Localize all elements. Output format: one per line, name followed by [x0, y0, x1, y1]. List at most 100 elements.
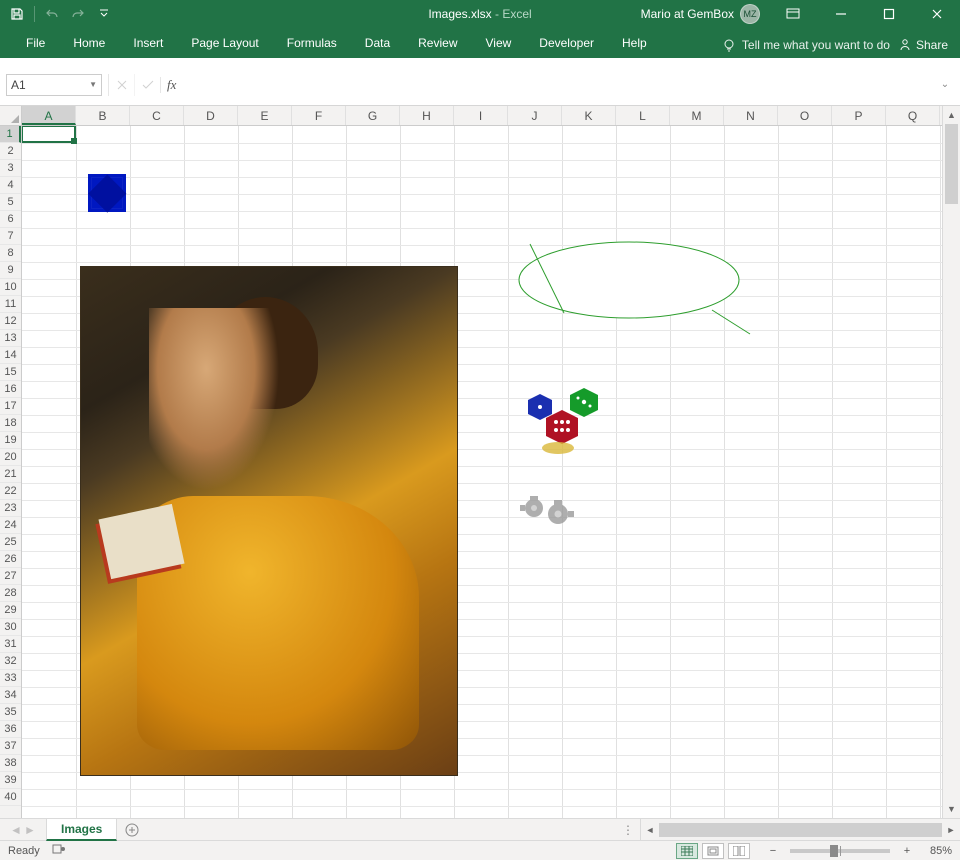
horizontal-scrollbar[interactable]: ◄ ► — [640, 819, 960, 840]
select-all-corner[interactable] — [0, 106, 22, 126]
redo-button[interactable] — [67, 3, 89, 25]
scroll-right-button[interactable]: ► — [942, 825, 960, 835]
scroll-up-button[interactable]: ▲ — [943, 106, 960, 124]
row-header-11[interactable]: 11 — [0, 296, 21, 313]
account-area[interactable]: Mario at GemBox MZ — [633, 4, 768, 24]
formula-enter-button[interactable] — [134, 74, 160, 96]
row-header-28[interactable]: 28 — [0, 585, 21, 602]
row-header-14[interactable]: 14 — [0, 347, 21, 364]
column-header-A[interactable]: A — [22, 106, 76, 125]
row-header-1[interactable]: 1 — [0, 126, 21, 143]
insert-function-button[interactable]: fx — [160, 77, 182, 93]
row-header-27[interactable]: 27 — [0, 568, 21, 585]
row-header-37[interactable]: 37 — [0, 738, 21, 755]
gears-image[interactable] — [516, 496, 580, 524]
horizontal-scroll-thumb[interactable] — [659, 823, 942, 837]
formula-cancel-button[interactable] — [108, 74, 134, 96]
customize-qat-button[interactable] — [93, 3, 115, 25]
tab-view[interactable]: View — [472, 30, 526, 56]
share-button[interactable]: Share — [898, 38, 948, 52]
scroll-down-button[interactable]: ▼ — [943, 800, 960, 818]
tab-review[interactable]: Review — [404, 30, 471, 56]
row-header-5[interactable]: 5 — [0, 194, 21, 211]
formula-input[interactable] — [182, 74, 936, 96]
tab-help[interactable]: Help — [608, 30, 661, 56]
macro-record-button[interactable] — [52, 843, 66, 858]
blue-square-image[interactable] — [88, 174, 126, 212]
column-header-P[interactable]: P — [832, 106, 886, 125]
tab-home[interactable]: Home — [59, 30, 119, 56]
zoom-in-button[interactable]: + — [900, 845, 914, 857]
column-header-C[interactable]: C — [130, 106, 184, 125]
close-button[interactable] — [914, 0, 960, 28]
column-header-L[interactable]: L — [616, 106, 670, 125]
row-header-18[interactable]: 18 — [0, 415, 21, 432]
zoom-slider-knob[interactable] — [830, 845, 838, 857]
tab-strip-resize-handle[interactable]: ⋮ — [616, 819, 640, 840]
row-header-12[interactable]: 12 — [0, 313, 21, 330]
row-header-31[interactable]: 31 — [0, 636, 21, 653]
tab-page-layout[interactable]: Page Layout — [177, 30, 272, 56]
tab-formulas[interactable]: Formulas — [273, 30, 351, 56]
row-header-3[interactable]: 3 — [0, 160, 21, 177]
page-break-view-button[interactable] — [728, 843, 750, 859]
row-header-2[interactable]: 2 — [0, 143, 21, 160]
save-button[interactable] — [6, 3, 28, 25]
row-header-33[interactable]: 33 — [0, 670, 21, 687]
row-header-21[interactable]: 21 — [0, 466, 21, 483]
row-header-16[interactable]: 16 — [0, 381, 21, 398]
column-header-B[interactable]: B — [76, 106, 130, 125]
row-header-40[interactable]: 40 — [0, 789, 21, 806]
column-header-O[interactable]: O — [778, 106, 832, 125]
speech-bubble-shape[interactable] — [502, 240, 756, 336]
tell-me-search[interactable]: Tell me what you want to do — [722, 38, 890, 52]
row-header-29[interactable]: 29 — [0, 602, 21, 619]
row-header-4[interactable]: 4 — [0, 177, 21, 194]
column-header-F[interactable]: F — [292, 106, 346, 125]
page-layout-view-button[interactable] — [702, 843, 724, 859]
tab-file[interactable]: File — [12, 30, 59, 56]
scroll-left-button[interactable]: ◄ — [641, 825, 659, 835]
column-header-D[interactable]: D — [184, 106, 238, 125]
horizontal-scroll-track[interactable] — [659, 823, 942, 837]
row-header-15[interactable]: 15 — [0, 364, 21, 381]
zoom-level[interactable]: 85% — [930, 845, 952, 857]
row-header-7[interactable]: 7 — [0, 228, 21, 245]
sheet-nav-prev[interactable]: ◄ — [10, 823, 22, 837]
row-header-22[interactable]: 22 — [0, 483, 21, 500]
sheet-tab-images[interactable]: Images — [46, 819, 117, 841]
column-header-J[interactable]: J — [508, 106, 562, 125]
cells-area[interactable] — [22, 126, 942, 818]
tab-developer[interactable]: Developer — [525, 30, 608, 56]
expand-formula-bar-button[interactable]: ⌄ — [936, 79, 954, 90]
sheet-nav-next[interactable]: ► — [24, 823, 36, 837]
row-header-39[interactable]: 39 — [0, 772, 21, 789]
zoom-out-button[interactable]: − — [766, 845, 780, 857]
column-header-Q[interactable]: Q — [886, 106, 940, 125]
normal-view-button[interactable] — [676, 843, 698, 859]
row-header-24[interactable]: 24 — [0, 517, 21, 534]
maximize-button[interactable] — [866, 0, 912, 28]
row-header-34[interactable]: 34 — [0, 687, 21, 704]
row-header-6[interactable]: 6 — [0, 211, 21, 228]
column-header-H[interactable]: H — [400, 106, 454, 125]
painting-image[interactable] — [80, 266, 458, 776]
column-header-M[interactable]: M — [670, 106, 724, 125]
minimize-button[interactable] — [818, 0, 864, 28]
row-header-17[interactable]: 17 — [0, 398, 21, 415]
row-header-38[interactable]: 38 — [0, 755, 21, 772]
vertical-scroll-thumb[interactable] — [945, 124, 958, 204]
name-box[interactable]: A1 ▼ — [6, 74, 102, 96]
row-header-35[interactable]: 35 — [0, 704, 21, 721]
row-header-30[interactable]: 30 — [0, 619, 21, 636]
row-header-25[interactable]: 25 — [0, 534, 21, 551]
row-header-19[interactable]: 19 — [0, 432, 21, 449]
row-header-36[interactable]: 36 — [0, 721, 21, 738]
row-header-9[interactable]: 9 — [0, 262, 21, 279]
ribbon-display-options-button[interactable] — [770, 0, 816, 28]
tab-insert[interactable]: Insert — [119, 30, 177, 56]
row-header-8[interactable]: 8 — [0, 245, 21, 262]
row-header-32[interactable]: 32 — [0, 653, 21, 670]
column-header-K[interactable]: K — [562, 106, 616, 125]
row-header-23[interactable]: 23 — [0, 500, 21, 517]
